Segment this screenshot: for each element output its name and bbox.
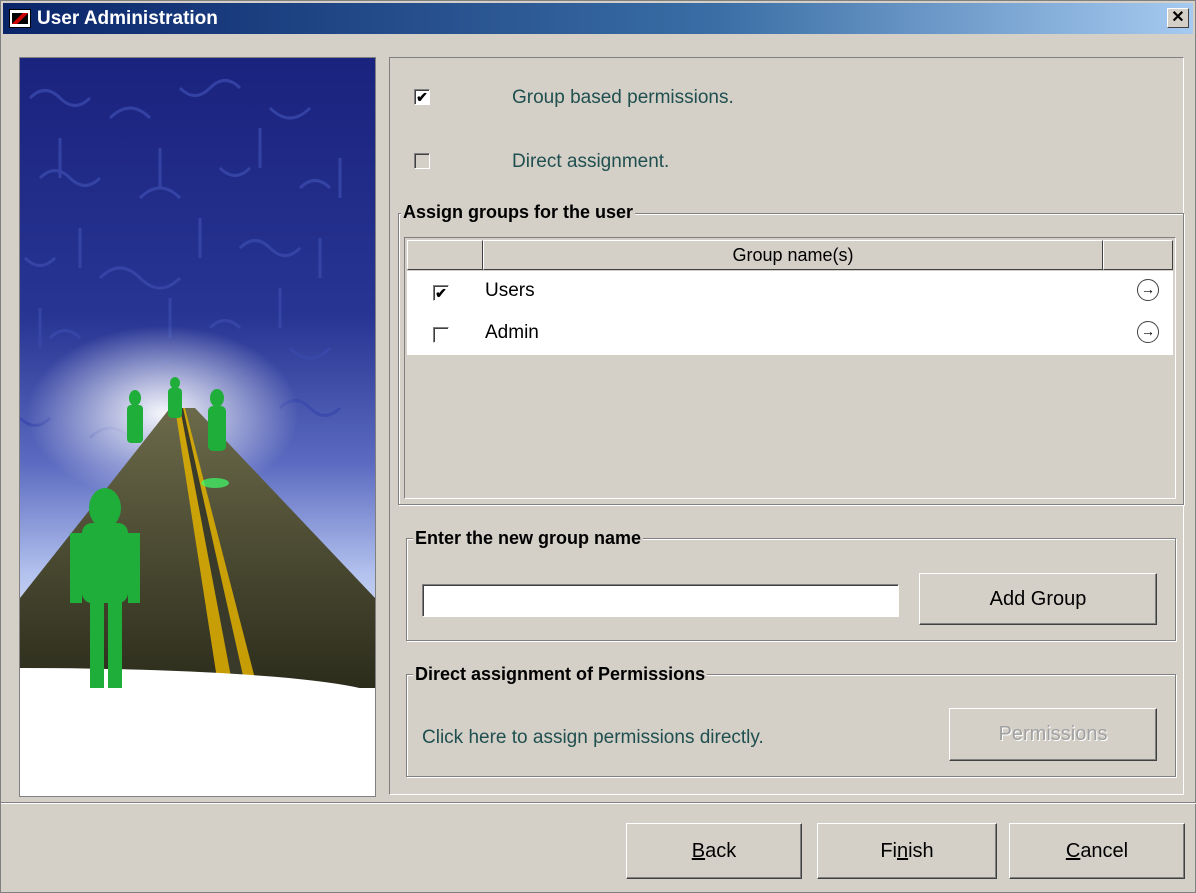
column-header-check[interactable] (407, 240, 483, 270)
cancel-label-post: ancel (1080, 840, 1129, 862)
table-header: Group name(s) (407, 240, 1173, 270)
group-based-checkbox[interactable]: ✔ (414, 89, 430, 105)
cancel-button[interactable]: Cancel (1009, 823, 1185, 879)
finish-label-post: ish (908, 840, 934, 862)
arrow-right-icon[interactable]: → (1137, 321, 1159, 343)
column-header-action[interactable] (1103, 240, 1173, 270)
back-label-post: ack (705, 840, 737, 862)
group-row-name: Users (485, 280, 535, 301)
direct-assignment-checkbox[interactable] (414, 153, 430, 169)
window-title: User Administration (37, 8, 218, 29)
title-bar[interactable]: User Administration ✕ (3, 3, 1193, 34)
direct-permissions-description: Click here to assign permissions directl… (422, 727, 764, 748)
back-button[interactable]: Back (626, 823, 802, 879)
new-group-name-input[interactable] (422, 584, 899, 617)
table-row[interactable]: Admin → (407, 313, 1173, 355)
finish-label-pre: Fi (880, 840, 897, 862)
footer-separator (1, 802, 1196, 804)
direct-permissions-legend: Direct assignment of Permissions (413, 664, 708, 684)
finish-button[interactable]: Finish (817, 823, 997, 879)
group-row-checkbox[interactable]: ✔ (433, 285, 449, 301)
new-group-legend: Enter the new group name (413, 528, 644, 548)
cancel-label-mnemonic: C (1065, 840, 1081, 862)
group-row-checkbox[interactable] (433, 327, 449, 343)
puzzle-road-illustration (20, 58, 375, 796)
group-based-label: Group based permissions. (512, 87, 734, 108)
app-icon (9, 9, 31, 28)
close-button[interactable]: ✕ (1167, 8, 1189, 28)
group-row-name: Admin (485, 322, 539, 343)
table-row[interactable]: ✔ Users → (407, 271, 1173, 313)
wizard-illustration (19, 57, 376, 797)
groups-table: Group name(s) ✔ Users → Admin → (404, 237, 1176, 499)
arrow-right-icon[interactable]: → (1137, 279, 1159, 301)
permissions-button[interactable]: Permissions (949, 708, 1157, 761)
direct-assignment-label: Direct assignment. (512, 151, 670, 172)
add-group-button[interactable]: Add Group (919, 573, 1157, 625)
user-administration-dialog: User Administration ✕ ✔ Group based perm… (0, 0, 1196, 893)
column-header-group-name[interactable]: Group name(s) (483, 240, 1103, 270)
finish-label-mnemonic: n (896, 840, 909, 862)
back-label-mnemonic: B (691, 840, 706, 862)
assign-groups-legend: Assign groups for the user (401, 202, 636, 222)
